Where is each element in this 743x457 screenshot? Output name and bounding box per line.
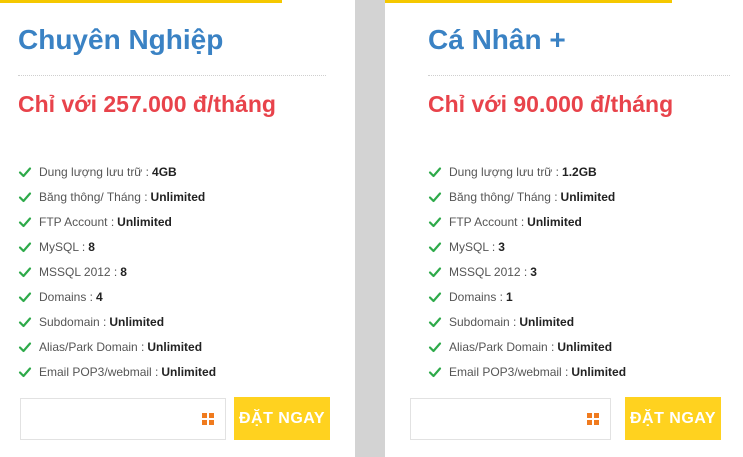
quantity-stepper[interactable]	[410, 398, 611, 440]
plan-price: Chỉ với 257.000 đ/tháng	[18, 91, 276, 117]
feature-label: Domains :	[39, 290, 94, 304]
feature-item: Email POP3/webmail : Unlimited	[18, 362, 216, 387]
quantity-stepper[interactable]	[20, 398, 226, 440]
feature-label: MSSQL 2012 :	[39, 265, 118, 279]
divider	[18, 75, 326, 76]
plan-title: Chuyên Nghiệp	[18, 24, 224, 55]
feature-value: 4GB	[152, 165, 177, 179]
check-icon	[18, 265, 32, 279]
grid-icon[interactable]	[587, 413, 599, 425]
check-icon	[18, 240, 32, 254]
feature-value: 8	[88, 240, 95, 254]
feature-value: 3	[530, 265, 537, 279]
feature-label: Subdomain :	[449, 315, 517, 329]
feature-item: MySQL :3	[428, 237, 626, 262]
feature-value: Unlimited	[147, 340, 203, 354]
feature-value: 1.2GB	[562, 165, 597, 179]
card-gutter	[355, 0, 385, 457]
feature-item: Băng thông/ Tháng : Unlimited	[428, 187, 626, 212]
check-icon	[428, 165, 442, 179]
feature-list: Dung lượng lưu trữ :1.2GB Băng thông/ Thá…	[428, 162, 626, 387]
check-icon	[428, 340, 442, 354]
feature-item: MSSQL 2012 :8	[18, 262, 216, 287]
check-icon	[18, 315, 32, 329]
plan-price: Chỉ với 90.000 đ/tháng	[428, 91, 674, 117]
plan-card-professional: Chuyên Nghiệp Chỉ với 257.000 đ/tháng Du…	[0, 0, 355, 457]
feature-label: Dung lượng lưu trữ :	[449, 165, 560, 179]
feature-item: Email POP3/webmail : Unlimited	[428, 362, 626, 387]
feature-label: Subdomain :	[39, 315, 107, 329]
feature-list: Dung lượng lưu trữ :4GB Băng thông/ Tháng…	[18, 162, 216, 387]
check-icon	[18, 165, 32, 179]
feature-label: Domains :	[449, 290, 504, 304]
feature-label: Alias/Park Domain :	[39, 340, 145, 354]
feature-item: Alias/Park Domain : Unlimited	[18, 337, 216, 362]
feature-item: Domains :1	[428, 287, 626, 312]
check-icon	[18, 340, 32, 354]
card-accent-bar	[0, 0, 282, 3]
feature-label: Email POP3/webmail :	[39, 365, 159, 379]
feature-label: MySQL :	[39, 240, 86, 254]
check-icon	[428, 215, 442, 229]
feature-value: Unlimited	[519, 315, 575, 329]
check-icon	[18, 365, 32, 379]
feature-value: Unlimited	[109, 315, 165, 329]
card-accent-bar	[385, 0, 672, 3]
grid-icon[interactable]	[202, 413, 214, 425]
feature-item: Dung lượng lưu trữ :1.2GB	[428, 162, 626, 187]
feature-label: FTP Account :	[39, 215, 115, 229]
check-icon	[428, 365, 442, 379]
feature-item: MSSQL 2012 :3	[428, 262, 626, 287]
feature-value: Unlimited	[117, 215, 172, 229]
feature-label: FTP Account :	[449, 215, 525, 229]
check-icon	[18, 290, 32, 304]
plan-title: Cá Nhân +	[428, 24, 566, 55]
feature-label: MySQL :	[449, 240, 496, 254]
feature-label: Email POP3/webmail :	[449, 365, 569, 379]
feature-label: Băng thông/ Tháng :	[449, 190, 558, 204]
check-icon	[428, 265, 442, 279]
feature-value: Unlimited	[560, 190, 616, 204]
feature-item: Subdomain : Unlimited	[428, 312, 626, 337]
feature-item: Alias/Park Domain : Unlimited	[428, 337, 626, 362]
feature-label: Băng thông/ Tháng :	[39, 190, 148, 204]
check-icon	[18, 215, 32, 229]
feature-value: 1	[506, 290, 513, 304]
order-now-button[interactable]: ĐẶT NGAY	[234, 397, 330, 440]
feature-value: Unlimited	[150, 190, 206, 204]
feature-item: MySQL :8	[18, 237, 216, 262]
check-icon	[18, 190, 32, 204]
feature-label: Alias/Park Domain :	[449, 340, 555, 354]
order-now-button[interactable]: ĐẶT NGAY	[625, 397, 721, 440]
feature-value: Unlimited	[527, 215, 582, 229]
feature-value: 3	[498, 240, 505, 254]
feature-value: Unlimited	[161, 365, 217, 379]
feature-item: FTP Account : Unlimited	[428, 212, 626, 237]
check-icon	[428, 290, 442, 304]
feature-value: Unlimited	[571, 365, 627, 379]
feature-value: Unlimited	[557, 340, 613, 354]
feature-value: 4	[96, 290, 103, 304]
feature-label: MSSQL 2012 :	[449, 265, 528, 279]
feature-label: Dung lượng lưu trữ :	[39, 165, 150, 179]
feature-value: 8	[120, 265, 127, 279]
divider	[428, 75, 730, 76]
feature-item: Subdomain : Unlimited	[18, 312, 216, 337]
feature-item: Dung lượng lưu trữ :4GB	[18, 162, 216, 187]
check-icon	[428, 315, 442, 329]
feature-item: Băng thông/ Tháng : Unlimited	[18, 187, 216, 212]
feature-item: Domains :4	[18, 287, 216, 312]
feature-item: FTP Account : Unlimited	[18, 212, 216, 237]
plan-card-personal-plus: Cá Nhân + Chỉ với 90.000 đ/tháng Dung lư…	[385, 0, 743, 457]
check-icon	[428, 240, 442, 254]
check-icon	[428, 190, 442, 204]
